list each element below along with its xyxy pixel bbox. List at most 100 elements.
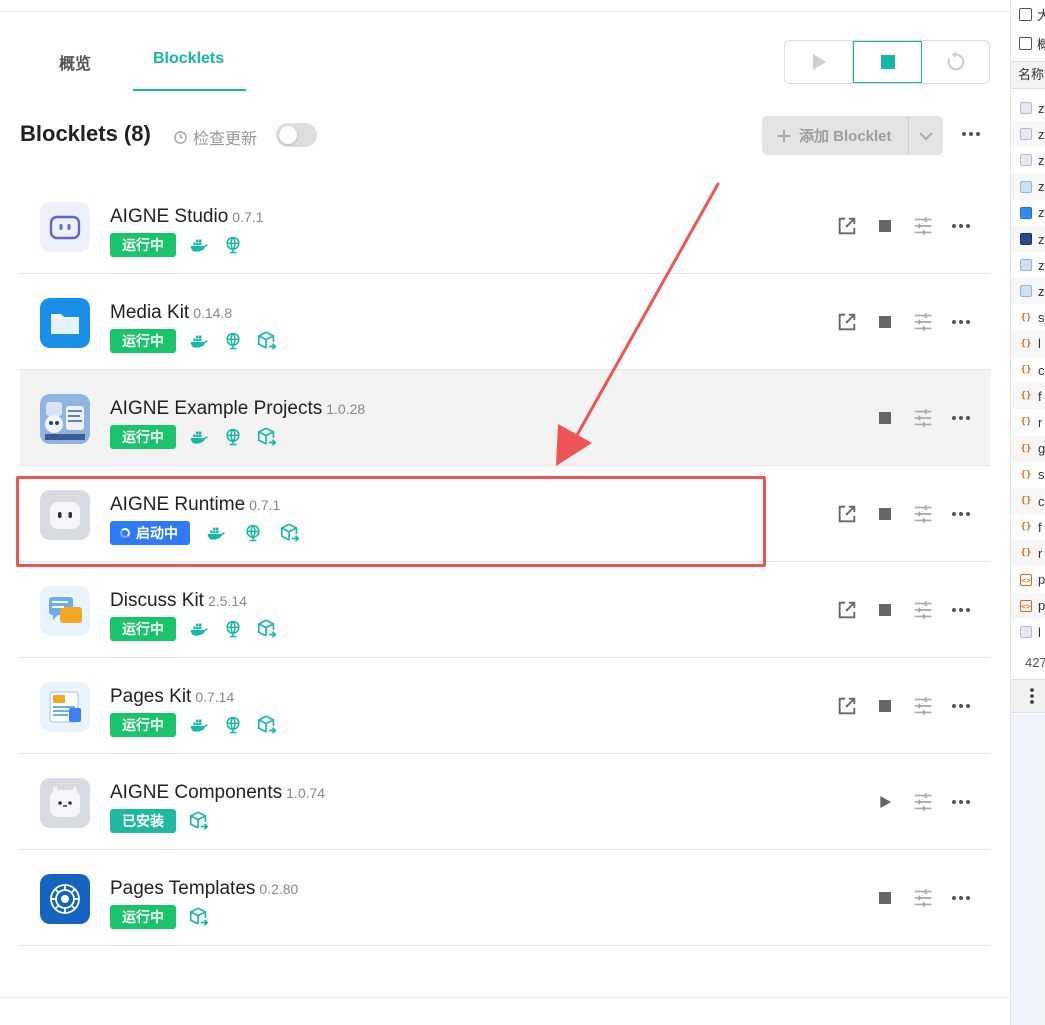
settings-button[interactable]: [904, 303, 942, 341]
checkbox[interactable]: [1019, 7, 1032, 21]
settings-button[interactable]: [904, 591, 942, 629]
blocklet-name[interactable]: Pages Kit 0.7.14: [110, 686, 234, 708]
blocklet-row-pages-templates[interactable]: Pages Templates 0.2.80 运行中: [20, 850, 990, 946]
settings-button[interactable]: [904, 879, 942, 917]
blocklet-name[interactable]: Pages Templates 0.2.80: [110, 878, 298, 900]
network-file-item[interactable]: <> p: [1011, 567, 1045, 593]
stop-button[interactable]: [866, 207, 904, 245]
check-update-link[interactable]: 检查更新: [173, 125, 257, 149]
blocklet-name[interactable]: AIGNE Example Projects 1.0.28: [110, 398, 365, 420]
open-external-button[interactable]: [828, 207, 866, 245]
package-icon[interactable]: [188, 906, 210, 928]
stop-button[interactable]: [866, 591, 904, 629]
stop-all-button[interactable]: [853, 41, 922, 83]
blocklet-name[interactable]: Media Kit 0.14.8: [110, 302, 232, 324]
network-file-item[interactable]: {} r: [1011, 540, 1045, 567]
docker-icon[interactable]: [205, 522, 227, 544]
blocklet-name[interactable]: AIGNE Components 1.0.74: [110, 782, 325, 804]
more-button[interactable]: [942, 591, 980, 629]
devtools-checkbox-row[interactable]: 大: [1019, 5, 1045, 23]
docker-icon[interactable]: [188, 426, 210, 448]
checkbox[interactable]: [1019, 36, 1032, 50]
blocklet-row-aigne-studio[interactable]: AIGNE Studio 0.7.1 运行中: [20, 178, 990, 274]
more-button[interactable]: [942, 399, 980, 437]
globe-icon[interactable]: [222, 234, 244, 256]
open-external-button[interactable]: [828, 303, 866, 341]
blocklet-row-pages-kit[interactable]: Pages Kit 0.7.14 运行中: [20, 658, 990, 754]
tab-blocklets[interactable]: Blocklets: [153, 50, 224, 68]
docker-icon[interactable]: [188, 330, 210, 352]
network-file-item[interactable]: z: [1011, 252, 1045, 278]
settings-button[interactable]: [904, 207, 942, 245]
more-button[interactable]: [942, 207, 980, 245]
globe-icon[interactable]: [222, 618, 244, 640]
add-blocklet-button[interactable]: 添加 Blocklet: [762, 116, 943, 155]
check-update-toggle[interactable]: [276, 123, 317, 147]
network-file-item[interactable]: z: [1011, 147, 1045, 173]
more-button[interactable]: [942, 687, 980, 725]
network-file-item[interactable]: {} f: [1011, 383, 1045, 410]
network-file-item[interactable]: {} s: [1011, 462, 1045, 488]
network-file-item[interactable]: {} c: [1011, 488, 1045, 514]
header-more-button[interactable]: [960, 126, 982, 147]
package-icon[interactable]: [279, 522, 301, 544]
network-file-item[interactable]: z: [1011, 200, 1045, 226]
stop-button[interactable]: [866, 687, 904, 725]
network-file-item[interactable]: z: [1011, 95, 1045, 121]
blocklet-name[interactable]: Discuss Kit 2.5.14: [110, 590, 247, 612]
network-file-item[interactable]: {} g: [1011, 435, 1045, 462]
settings-button[interactable]: [904, 399, 942, 437]
blocklet-row-aigne-example-projects[interactable]: AIGNE Example Projects 1.0.28 运行中: [20, 370, 990, 466]
globe-icon[interactable]: [222, 714, 244, 736]
settings-button[interactable]: [904, 495, 942, 533]
network-file-item[interactable]: {} r: [1011, 409, 1045, 435]
network-file-item[interactable]: {} s: [1011, 305, 1045, 331]
tab-overview[interactable]: 概览: [59, 50, 91, 74]
network-file-item[interactable]: z: [1011, 173, 1045, 200]
more-button[interactable]: [942, 783, 980, 821]
start-all-button[interactable]: [785, 41, 853, 83]
network-file-item[interactable]: {} l: [1011, 330, 1045, 357]
open-external-button[interactable]: [828, 591, 866, 629]
blocklet-row-aigne-runtime[interactable]: AIGNE Runtime 0.7.1 启动中: [20, 466, 990, 562]
stop-button[interactable]: [866, 303, 904, 341]
open-external-button[interactable]: [828, 495, 866, 533]
package-icon[interactable]: [188, 810, 210, 832]
blocklet-name[interactable]: AIGNE Studio 0.7.1: [110, 206, 263, 228]
devtools-menu-button[interactable]: [1011, 679, 1045, 713]
stop-button[interactable]: [866, 879, 904, 917]
network-file-item[interactable]: {} f: [1011, 514, 1045, 540]
more-button[interactable]: [942, 495, 980, 533]
package-icon[interactable]: [256, 618, 278, 640]
docker-icon[interactable]: [188, 234, 210, 256]
network-file-item[interactable]: z: [1011, 226, 1045, 252]
package-icon[interactable]: [256, 714, 278, 736]
more-button[interactable]: [942, 879, 980, 917]
open-external-button[interactable]: [828, 687, 866, 725]
blocklet-row-aigne-components[interactable]: AIGNE Components 1.0.74 已安装: [20, 754, 990, 850]
settings-button[interactable]: [904, 783, 942, 821]
settings-button[interactable]: [904, 687, 942, 725]
add-blocklet-dropdown[interactable]: [909, 131, 943, 141]
column-header-name[interactable]: 名称: [1011, 61, 1045, 89]
network-file-item[interactable]: {} c: [1011, 357, 1045, 383]
globe-icon[interactable]: [222, 330, 244, 352]
network-file-item[interactable]: z: [1011, 278, 1045, 305]
blocklet-row-discuss-kit[interactable]: Discuss Kit 2.5.14 运行中: [20, 562, 990, 658]
add-blocklet-main[interactable]: 添加 Blocklet: [762, 116, 909, 155]
blocklet-row-media-kit[interactable]: Media Kit 0.14.8 运行中: [20, 274, 990, 370]
stop-button[interactable]: [866, 399, 904, 437]
start-button[interactable]: [866, 783, 904, 821]
globe-icon[interactable]: [222, 426, 244, 448]
stop-button[interactable]: [866, 495, 904, 533]
more-button[interactable]: [942, 303, 980, 341]
network-file-item[interactable]: z: [1011, 121, 1045, 148]
network-file-item[interactable]: <> p: [1011, 592, 1045, 619]
devtools-checkbox-row[interactable]: 概: [1019, 34, 1045, 52]
network-file-item[interactable]: l: [1011, 619, 1045, 645]
blocklet-name[interactable]: AIGNE Runtime 0.7.1: [110, 494, 280, 516]
docker-icon[interactable]: [188, 714, 210, 736]
restart-all-button[interactable]: [922, 41, 989, 83]
package-icon[interactable]: [256, 330, 278, 352]
package-icon[interactable]: [256, 426, 278, 448]
